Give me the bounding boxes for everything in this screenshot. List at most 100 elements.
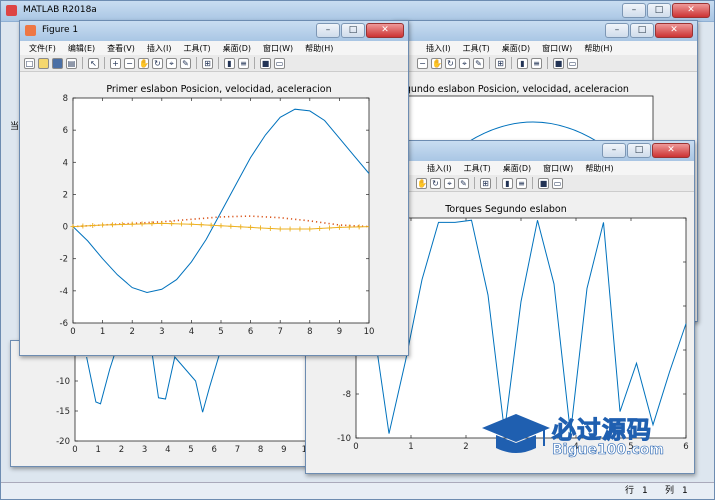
data-cursor-icon[interactable]: ⌖ <box>444 177 455 189</box>
figure1-maximize-button[interactable]: □ <box>341 23 365 38</box>
x-tick-label: 8 <box>307 327 312 337</box>
open-icon[interactable] <box>38 57 49 69</box>
figure2-close-button[interactable]: ✕ <box>655 23 693 38</box>
dock-icon[interactable]: ▭ <box>552 177 563 189</box>
figure2-menu-desktop[interactable]: 桌面(D) <box>496 43 536 54</box>
pointer-icon[interactable]: ↖ <box>88 57 99 69</box>
x-tick-label: 8 <box>258 445 263 455</box>
y-tick-label: -10 <box>337 434 351 444</box>
figure3-menu-tools[interactable]: 工具(T) <box>458 163 497 174</box>
rotate-icon[interactable]: ↻ <box>445 57 456 69</box>
colorbar-icon[interactable]: ▮ <box>517 57 528 69</box>
rotate-icon[interactable]: ↻ <box>152 57 163 69</box>
link-icon[interactable]: ⊞ <box>480 177 491 189</box>
figure1-menubar: 文件(F) 编辑(E) 查看(V) 插入(I) 工具(T) 桌面(D) 窗口(W… <box>20 41 408 55</box>
figure1-body: Primer eslabon Posicion, velocidad, acel… <box>20 72 408 355</box>
hide-tools-icon[interactable]: ■ <box>538 177 549 189</box>
figure3-close-button[interactable]: ✕ <box>652 143 690 158</box>
figure1-menu-view[interactable]: 查看(V) <box>101 43 141 54</box>
brush-icon[interactable]: ✎ <box>458 177 469 189</box>
figure-window-lower-left: -5-10-15-20012345678910 <box>10 340 312 467</box>
figure1-menu-help[interactable]: 帮助(H) <box>299 43 339 54</box>
watermark: 必过源码 Bigue100.com <box>478 408 688 460</box>
figure2-toolbar: − ✋ ↻ ⌖ ✎ ⊞ ▮ ≡ ■ ▭ <box>393 55 697 72</box>
y-tick-label: 8 <box>63 94 68 104</box>
colorbar-icon[interactable]: ▮ <box>224 57 235 69</box>
link-icon[interactable]: ⊞ <box>202 57 213 69</box>
pan-icon[interactable]: ✋ <box>431 57 442 69</box>
watermark-brand: 必过源码 <box>552 416 652 445</box>
figure-window-1: Figure 1 – □ ✕ 文件(F) 编辑(E) 查看(V) 插入(I) 工… <box>19 20 409 356</box>
print-icon[interactable]: ▤ <box>66 57 77 69</box>
figure1-menu-file[interactable]: 文件(F) <box>23 43 62 54</box>
y-tick-label: 2 <box>63 190 68 200</box>
y-tick-label: -2 <box>60 255 68 265</box>
status-row-value: 1 <box>642 486 648 496</box>
figure1-minimize-button[interactable]: – <box>316 23 340 38</box>
figure1-toolbar: □ ▤ ↖ + − ✋ ↻ ⌖ ✎ ⊞ ▮ ≡ ■ ▭ <box>20 55 408 72</box>
figure2-titlebar: – □ ✕ <box>393 21 697 42</box>
figure2-menu-insert[interactable]: 插入(I) <box>420 43 457 54</box>
figure1-menu-window[interactable]: 窗口(W) <box>257 43 299 54</box>
x-tick-label: 2 <box>119 445 124 455</box>
main-close-button[interactable]: ✕ <box>672 3 710 18</box>
main-maximize-button[interactable]: □ <box>647 3 671 18</box>
legend-icon[interactable]: ≡ <box>531 57 542 69</box>
status-bar <box>1 482 714 499</box>
matlab-logo-icon <box>6 5 17 16</box>
legend-icon[interactable]: ≡ <box>238 57 249 69</box>
new-file-icon[interactable]: □ <box>24 57 35 69</box>
pan-icon[interactable]: ✋ <box>138 57 149 69</box>
figure1-menu-desktop[interactable]: 桌面(D) <box>217 43 257 54</box>
y-tick-label: -15 <box>56 407 70 417</box>
data-cursor-icon[interactable]: ⌖ <box>166 57 177 69</box>
figure3-maximize-button[interactable]: □ <box>627 143 651 158</box>
figure2-maximize-button[interactable]: □ <box>630 23 654 38</box>
y-tick-label: 4 <box>63 158 68 168</box>
x-tick-label: 10 <box>364 327 375 337</box>
rotate-icon[interactable]: ↻ <box>430 177 441 189</box>
figure3-menu-desktop[interactable]: 桌面(D) <box>497 163 537 174</box>
figure3-menu-insert[interactable]: 插入(I) <box>421 163 458 174</box>
dock-icon[interactable]: ▭ <box>274 57 285 69</box>
x-tick-label: 1 <box>408 442 413 452</box>
figure1-close-button[interactable]: ✕ <box>366 23 404 38</box>
y-tick-label: -4 <box>60 287 68 297</box>
legend-icon[interactable]: ≡ <box>516 177 527 189</box>
colorbar-icon[interactable]: ▮ <box>502 177 513 189</box>
figure3-menu-help[interactable]: 帮助(H) <box>579 163 619 174</box>
main-minimize-button[interactable]: – <box>622 3 646 18</box>
main-window-title: MATLAB R2018a <box>23 5 97 15</box>
plot-area <box>74 341 308 442</box>
figure3-minimize-button[interactable]: – <box>602 143 626 158</box>
zoom-out-icon[interactable]: − <box>124 57 135 69</box>
figure2-minimize-button[interactable]: – <box>605 23 629 38</box>
pan-icon[interactable]: ✋ <box>416 177 427 189</box>
data-cursor-icon[interactable]: ⌖ <box>459 57 470 69</box>
y-tick-label: -6 <box>60 319 68 329</box>
figure2-menu-window[interactable]: 窗口(W) <box>536 43 578 54</box>
y-tick-label: -8 <box>343 390 351 400</box>
save-icon[interactable] <box>52 57 63 69</box>
hide-tools-icon[interactable]: ■ <box>260 57 271 69</box>
watermark-url: Bigue100.com <box>552 442 665 459</box>
figure-icon <box>25 25 36 36</box>
chart-title: Torques Segundo eslabon <box>444 204 567 215</box>
x-tick-label: 0 <box>353 442 358 452</box>
y-tick-label: -20 <box>56 437 70 447</box>
brush-icon[interactable]: ✎ <box>180 57 191 69</box>
hide-tools-icon[interactable]: ■ <box>553 57 564 69</box>
y-tick-label: 0 <box>63 223 68 233</box>
zoom-in-icon[interactable]: + <box>110 57 121 69</box>
zoom-out-icon[interactable]: − <box>417 57 428 69</box>
dock-icon[interactable]: ▭ <box>567 57 578 69</box>
link-icon[interactable]: ⊞ <box>495 57 506 69</box>
figure1-menu-edit[interactable]: 编辑(E) <box>62 43 101 54</box>
figure1-menu-tools[interactable]: 工具(T) <box>177 43 216 54</box>
brush-icon[interactable]: ✎ <box>473 57 484 69</box>
figure2-menu-tools[interactable]: 工具(T) <box>457 43 496 54</box>
figure1-menu-insert[interactable]: 插入(I) <box>141 43 178 54</box>
figure2-menu-help[interactable]: 帮助(H) <box>578 43 618 54</box>
x-tick-label: 6 <box>248 327 253 337</box>
figure3-menu-window[interactable]: 窗口(W) <box>537 163 579 174</box>
